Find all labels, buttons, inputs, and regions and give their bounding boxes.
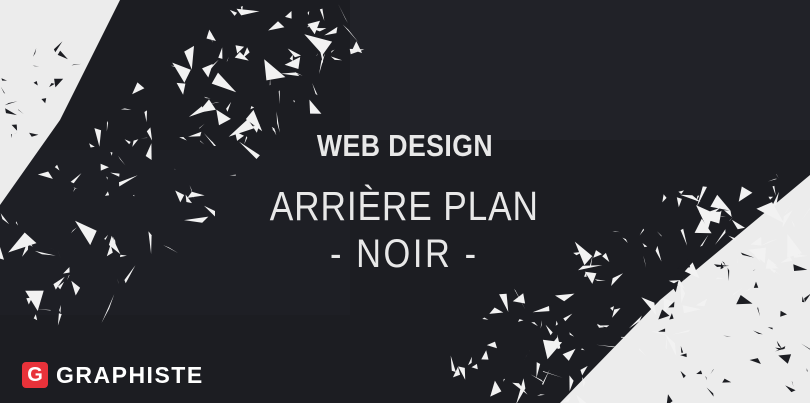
headline-arriere-plan: ARRIÈRE PLAN (269, 183, 539, 229)
logo-badge-icon: G (22, 362, 48, 388)
headline-web-design: WEB DESIGN (316, 128, 494, 163)
banner: WEB DESIGN ARRIÈRE PLAN - NOIR - G GRAPH… (0, 0, 810, 403)
logo-text: GRAPHISTE (56, 361, 204, 388)
headline-noir: - NOIR - (329, 232, 479, 276)
graphiste-logo[interactable]: G GRAPHISTE (22, 362, 204, 388)
